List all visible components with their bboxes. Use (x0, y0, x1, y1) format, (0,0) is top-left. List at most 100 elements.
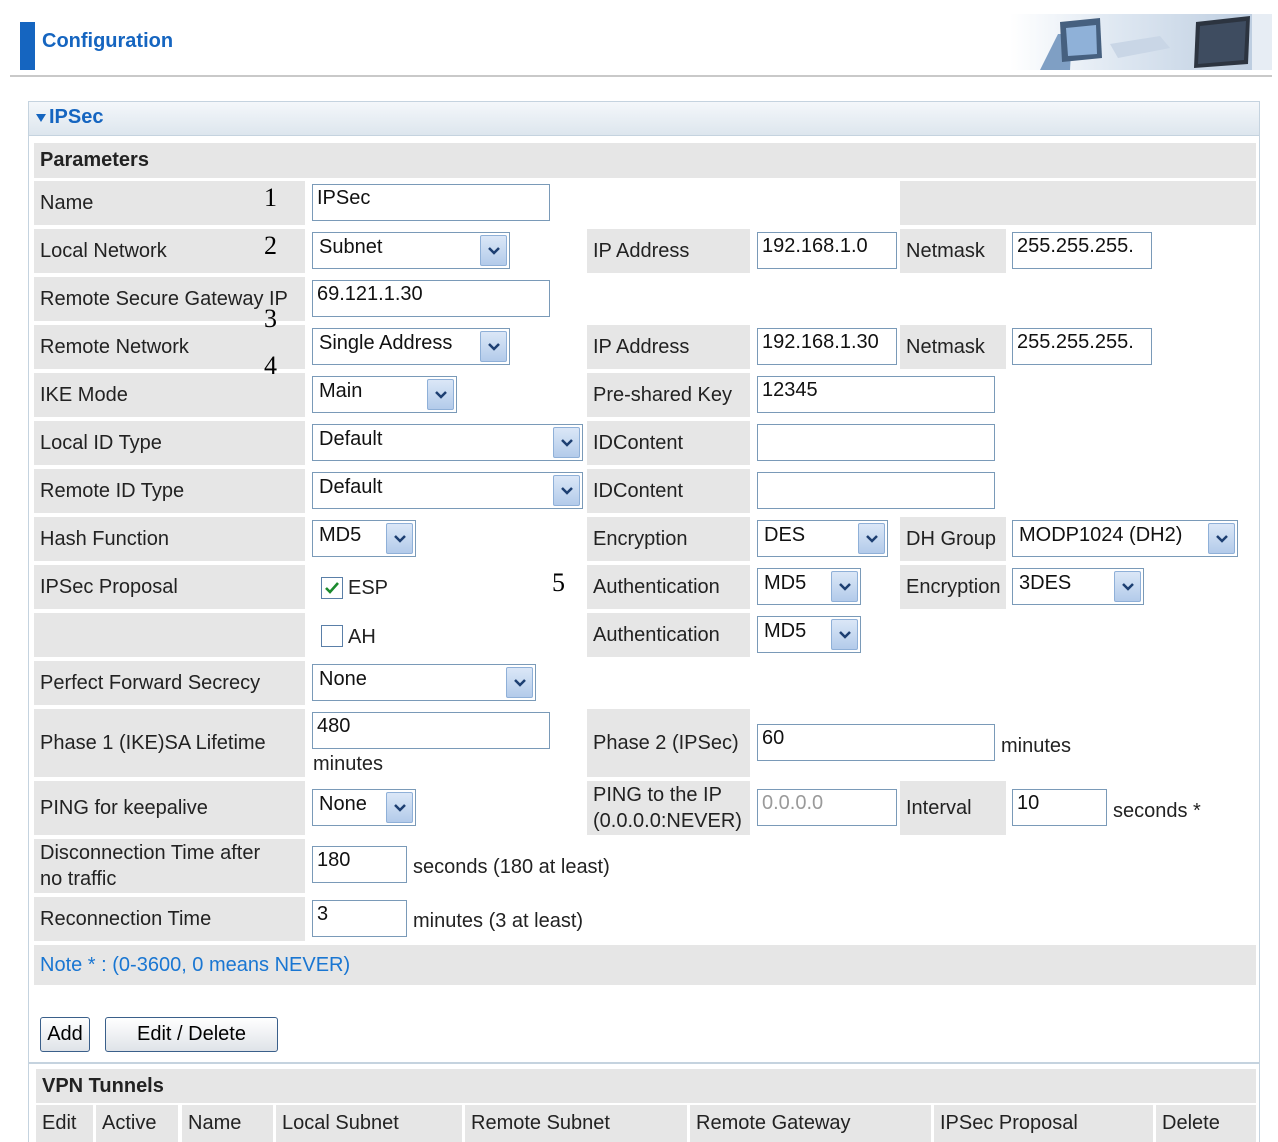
col-ipsec-proposal: IPSec Proposal (934, 1105, 1153, 1142)
esp-auth-label: Authentication (587, 565, 750, 609)
ah-auth-select[interactable]: MD5 (757, 616, 861, 653)
local-netmask-label: Netmask (900, 229, 1006, 273)
local-id-select[interactable]: Default (312, 424, 583, 461)
ping-ip-input[interactable]: 0.0.0.0 (757, 789, 897, 826)
callout-1: 1 (264, 183, 277, 212)
encryption-select[interactable]: DES (757, 520, 888, 557)
remote-gateway-input[interactable]: 69.121.1.30 (312, 280, 550, 317)
disconnect-label-line1: Disconnection Time after (40, 842, 261, 864)
esp-encryption-select[interactable]: 3DES (1012, 568, 1144, 605)
local-idcontent-input[interactable] (757, 424, 995, 461)
phase2-input[interactable]: 60 (757, 724, 995, 761)
page-title: Configuration (42, 30, 174, 52)
remote-id-value: Default (319, 476, 383, 498)
checkmark-icon (325, 582, 339, 594)
remote-ip-label: IP Address (587, 325, 750, 369)
tunnels-header: VPN Tunnels (36, 1069, 1256, 1103)
reconnect-input[interactable]: 3 (312, 900, 407, 937)
esp-auth-value: MD5 (764, 572, 807, 594)
phase1-input[interactable]: 480 (312, 712, 550, 749)
phase2-label: Phase 2 (IPSec) (587, 709, 750, 777)
remote-idcontent-label: IDContent (587, 469, 750, 513)
remote-id-label: Remote ID Type (34, 469, 305, 513)
chevron-down-icon (831, 571, 858, 602)
chevron-down-icon (386, 792, 413, 823)
col-edit: Edit (36, 1105, 93, 1142)
chevron-down-icon (480, 331, 507, 362)
ping-select[interactable]: None (312, 789, 416, 826)
disconnect-unit: seconds (180 at least) (413, 856, 610, 878)
reconnect-unit: minutes (3 at least) (413, 910, 584, 932)
remote-ip-input[interactable]: 192.168.1.30 (757, 328, 897, 365)
local-id-value: Default (319, 428, 383, 450)
chevron-down-icon (553, 427, 580, 458)
chevron-down-icon (386, 523, 413, 554)
add-button[interactable]: Add (40, 1017, 90, 1052)
ah-auth-value: MD5 (764, 620, 807, 642)
reconnect-label: Reconnection Time (34, 897, 305, 941)
pfs-select[interactable]: None (312, 664, 536, 701)
proposal-label: IPSec Proposal (34, 565, 305, 609)
remote-id-select[interactable]: Default (312, 472, 583, 509)
col-name: Name (182, 1105, 273, 1142)
interval-label: Interval (900, 781, 1006, 835)
remote-network-select[interactable]: Single Address (312, 328, 510, 365)
callout-4: 4 (264, 351, 277, 380)
encryption-value: DES (764, 524, 806, 546)
ping-ip-label-line2: (0.0.0.0:NEVER) (593, 810, 742, 832)
dh-group-value: MODP1024 (DH2) (1019, 524, 1183, 546)
remote-netmask-label: Netmask (900, 325, 1006, 369)
psk-label: Pre-shared Key (587, 373, 750, 417)
esp-checkbox[interactable] (321, 577, 343, 599)
col-remote-gateway: Remote Gateway (690, 1105, 931, 1142)
section-title: IPSec (49, 106, 104, 128)
local-network-select[interactable]: Subnet (312, 232, 510, 269)
disconnect-label: Disconnection Time after no traffic (34, 839, 305, 893)
phase1-unit: minutes (313, 753, 384, 775)
psk-input[interactable]: 12345 (757, 376, 995, 413)
local-ip-input[interactable]: 192.168.1.0 (757, 232, 897, 269)
remote-idcontent-input[interactable] (757, 472, 995, 509)
collapse-triangle-icon (36, 113, 46, 122)
note-text: Note * : (0-3600, 0 means NEVER) (34, 945, 1256, 985)
remote-netmask-input[interactable]: 255.255.255. (1012, 328, 1152, 365)
parameters-header: Parameters (34, 143, 1256, 178)
interval-unit: seconds * (1113, 800, 1201, 822)
pfs-value: None (319, 668, 367, 690)
hash-value: MD5 (319, 524, 362, 546)
chevron-down-icon (506, 667, 533, 698)
header-accent-bar (20, 22, 35, 70)
interval-input[interactable]: 10 (1012, 789, 1107, 826)
hash-select[interactable]: MD5 (312, 520, 416, 557)
ah-checkbox[interactable] (321, 625, 343, 647)
dh-group-select[interactable]: MODP1024 (DH2) (1012, 520, 1238, 557)
ike-mode-select[interactable]: Main (312, 376, 457, 413)
chevron-down-icon (480, 235, 507, 266)
local-network-value: Subnet (319, 236, 383, 258)
ike-mode-value: Main (319, 380, 363, 402)
section-header-ipsec[interactable]: IPSec (29, 102, 1259, 136)
phase2-unit: minutes (1001, 735, 1072, 757)
chevron-down-icon (427, 379, 454, 410)
disconnect-input[interactable]: 180 (312, 846, 407, 883)
encryption-label: Encryption (587, 517, 750, 561)
local-idcontent-label: IDContent (587, 421, 750, 465)
header-divider (10, 75, 1272, 77)
esp-label: ESP (348, 577, 389, 599)
chevron-down-icon (858, 523, 885, 554)
disconnect-label-line2: no traffic (40, 868, 117, 890)
col-delete: Delete (1156, 1105, 1256, 1142)
col-remote-subnet: Remote Subnet (465, 1105, 687, 1142)
ping-value: None (319, 793, 367, 815)
local-netmask-input[interactable]: 255.255.255. (1012, 232, 1152, 269)
callout-2: 2 (264, 231, 277, 260)
pfs-label: Perfect Forward Secrecy (34, 661, 305, 705)
name-input[interactable]: IPSec (312, 184, 550, 221)
ah-label: AH (348, 626, 376, 648)
ping-ip-label: PING to the IP (0.0.0.0:NEVER) (587, 781, 750, 835)
name-row-filler (900, 181, 1256, 225)
edit-delete-button[interactable]: Edit / Delete (105, 1017, 278, 1052)
chevron-down-icon (1208, 523, 1235, 554)
esp-auth-select[interactable]: MD5 (757, 568, 861, 605)
col-local-subnet: Local Subnet (276, 1105, 462, 1142)
